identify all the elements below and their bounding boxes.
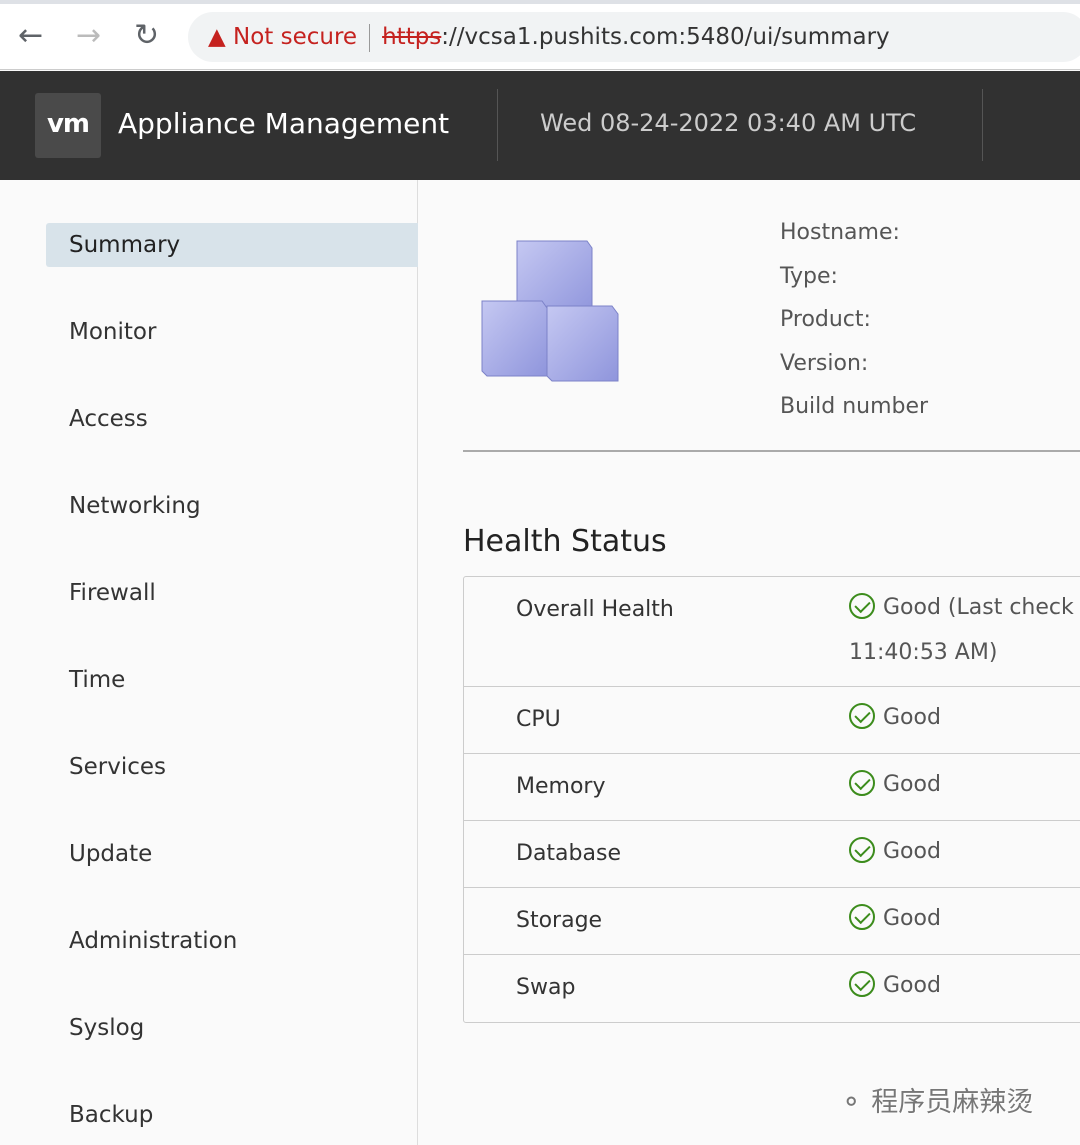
- health-status-table: Overall Health Good (Last check 11:40:53 A…: [463, 576, 1080, 1023]
- check-circle-icon: [849, 593, 875, 619]
- health-value: Good (Last check: [849, 593, 1074, 621]
- summary-field-label: Build number: [780, 394, 929, 419]
- watermark: ⚬ 程序员麻辣烫: [840, 1087, 1034, 1118]
- health-value-cont: 11:40:53 AM): [849, 640, 998, 665]
- health-status: Good: [883, 772, 941, 797]
- health-status: Good (Last check: [883, 595, 1074, 620]
- url-text: ://vcsa1.pushits.com:5480/ui/summary: [441, 24, 890, 50]
- sidebar: Summary Monitor Access Networking Firewall Ti…: [0, 180, 418, 1145]
- health-value: Good: [849, 904, 941, 932]
- watermark-text: 程序员麻辣烫: [871, 1087, 1034, 1118]
- summary-field-label: Hostname:: [780, 220, 900, 245]
- sidebar-item-access[interactable]: Access: [46, 397, 418, 441]
- health-row-cpu: CPU Good: [464, 687, 1080, 754]
- health-status: Good: [883, 839, 941, 864]
- vmware-logo[interactable]: vm: [35, 93, 101, 158]
- divider: [497, 89, 498, 161]
- sidebar-item-summary[interactable]: Summary: [46, 223, 418, 267]
- check-circle-icon: [849, 703, 875, 729]
- reload-icon[interactable]: ↻: [134, 18, 159, 53]
- health-row-memory: Memory Good: [464, 754, 1080, 821]
- health-value: Good: [849, 837, 941, 865]
- health-value: Good: [849, 971, 941, 999]
- health-label: Storage: [516, 908, 603, 933]
- health-label: Database: [516, 841, 621, 866]
- health-label: Swap: [516, 975, 576, 1000]
- address-bar[interactable]: ▲ Not secure https://vcsa1.pushits.com:54…: [188, 12, 1080, 62]
- sidebar-item-backup[interactable]: Backup: [46, 1093, 418, 1137]
- check-circle-icon: [849, 904, 875, 930]
- section-divider: [463, 450, 1080, 452]
- warning-icon: ▲: [208, 24, 226, 50]
- app-header: vm Appliance Management Wed 08-24-2022 0…: [0, 71, 1080, 180]
- sidebar-item-firewall[interactable]: Firewall: [46, 571, 418, 615]
- sidebar-item-monitor[interactable]: Monitor: [46, 310, 418, 354]
- health-row-storage: Storage Good: [464, 888, 1080, 955]
- divider: [369, 23, 371, 52]
- browser-toolbar: ← → ↻ ▲ Not secure https://vcsa1.pushits.…: [0, 4, 1080, 70]
- sidebar-item-time[interactable]: Time: [46, 658, 418, 702]
- health-row-swap: Swap Good: [464, 955, 1080, 1022]
- health-label: Overall Health: [516, 597, 674, 622]
- check-circle-icon: [849, 971, 875, 997]
- app-title: Appliance Management: [118, 107, 450, 140]
- health-label: CPU: [516, 707, 561, 732]
- health-status: Good: [883, 705, 941, 730]
- health-status-title: Health Status: [463, 524, 667, 559]
- sidebar-item-services[interactable]: Services: [46, 745, 418, 789]
- health-row-database: Database Good: [464, 821, 1080, 888]
- appliance-cubes-icon: [481, 240, 619, 382]
- check-circle-icon: [849, 837, 875, 863]
- sidebar-item-update[interactable]: Update: [46, 832, 418, 876]
- summary-field-label: Version:: [780, 350, 869, 376]
- not-secure-label[interactable]: Not secure: [233, 24, 357, 50]
- forward-icon[interactable]: →: [76, 18, 101, 53]
- check-circle-icon: [849, 770, 875, 796]
- main-content: Hostname: Type: Product: Version: Build numb…: [419, 180, 1080, 1145]
- divider: [982, 89, 983, 161]
- sidebar-item-syslog[interactable]: Syslog: [46, 1006, 418, 1050]
- health-value: Good: [849, 770, 941, 798]
- health-status: Good: [883, 973, 941, 998]
- health-status: Good: [883, 906, 941, 931]
- sidebar-item-networking[interactable]: Networking: [46, 484, 418, 528]
- url-scheme: https: [382, 24, 442, 50]
- health-row-overall-health: Overall Health Good (Last check 11:40:53 A…: [464, 577, 1080, 687]
- health-label: Memory: [516, 774, 606, 799]
- datetime: Wed 08-24-2022 03:40 AM UTC: [540, 109, 917, 137]
- back-icon[interactable]: ←: [18, 18, 43, 53]
- summary-field-label: Type:: [780, 263, 838, 289]
- summary-field-label: Product:: [780, 307, 871, 332]
- health-value: Good: [849, 703, 941, 731]
- sidebar-item-administration[interactable]: Administration: [46, 919, 418, 963]
